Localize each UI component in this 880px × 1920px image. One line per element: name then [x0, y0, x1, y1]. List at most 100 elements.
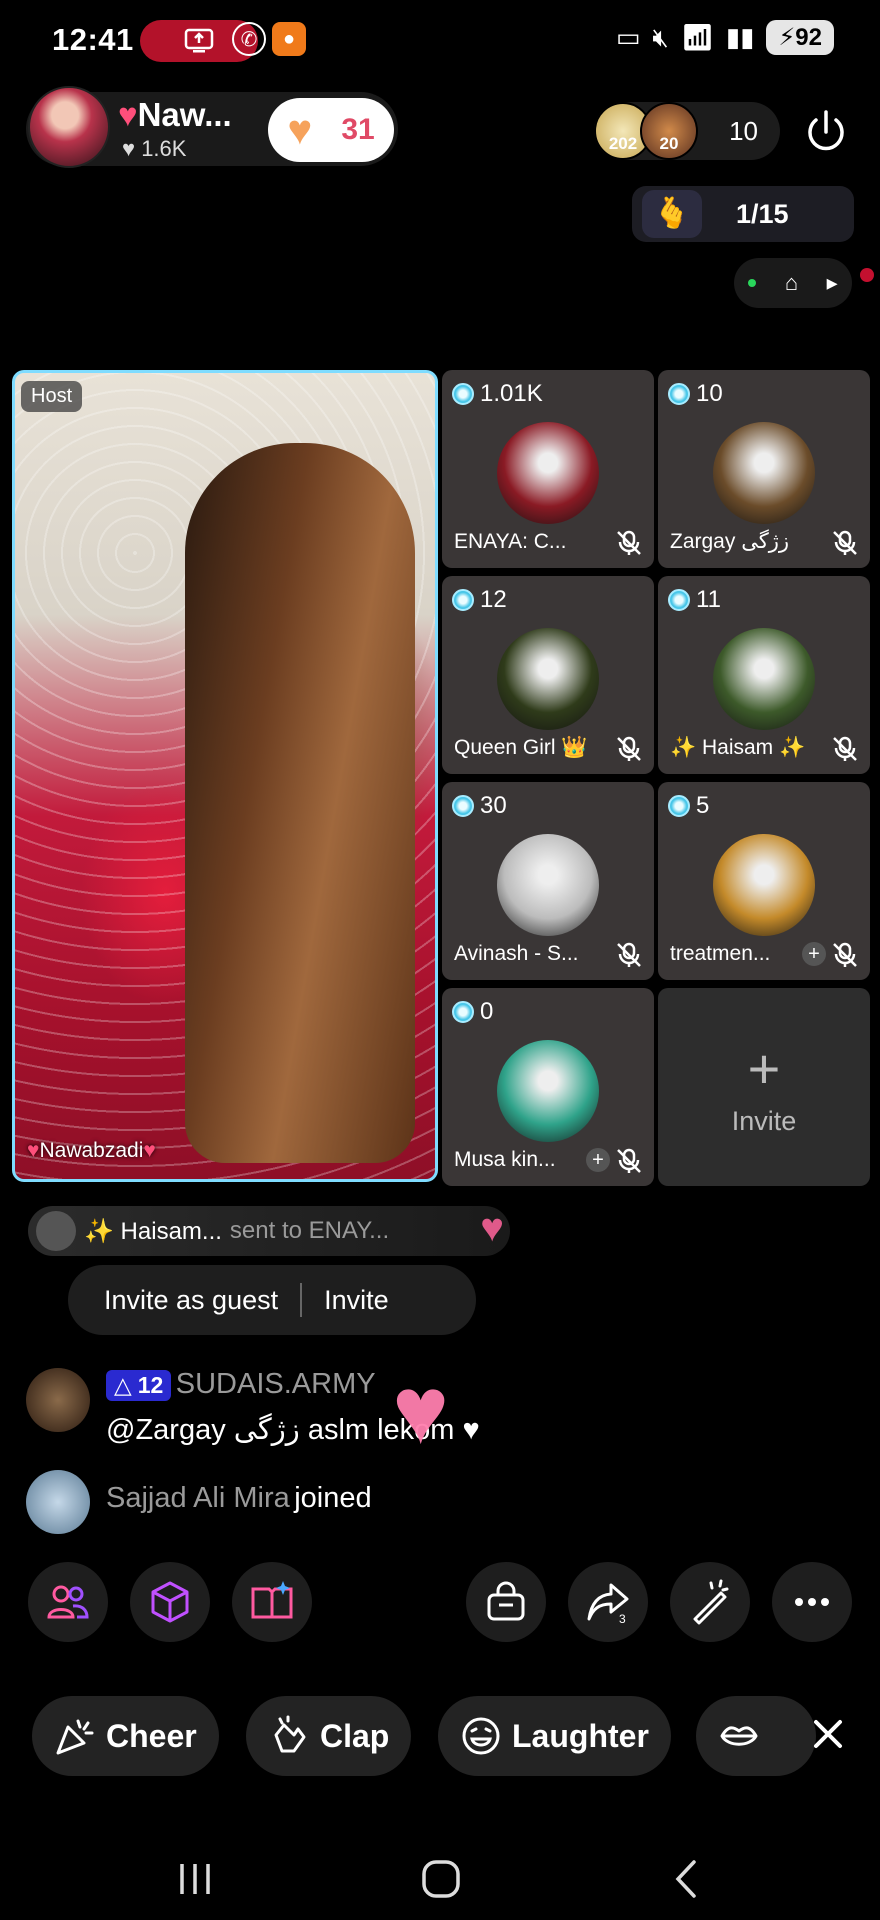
level-badge: △ 12 [106, 1370, 172, 1401]
guest-seat[interactable]: 30 Avinash - S... [442, 782, 654, 980]
floating-heart-icon: ♥ [392, 1357, 449, 1464]
reaction-clap[interactable]: Clap [246, 1696, 412, 1776]
invite-seat[interactable]: + Invite [658, 988, 870, 1186]
recent-apps-icon[interactable] [172, 1856, 218, 1902]
reaction-laughter[interactable]: Laughter [438, 1696, 671, 1776]
chat-username[interactable]: Sajjad Ali Mira [106, 1482, 290, 1514]
host-video-figure [185, 443, 415, 1163]
whatsapp-icon: ✆ [232, 22, 266, 56]
shopping-bag-icon [487, 1581, 525, 1621]
seat-score: 5 [668, 792, 709, 820]
guest-avatar[interactable] [497, 628, 599, 730]
plus-icon: + [747, 1037, 781, 1100]
chat-text: joined [294, 1482, 372, 1514]
invite-as-guest-button[interactable]: Invite as guest [104, 1285, 278, 1316]
mic-muted-icon[interactable] [830, 528, 860, 558]
guest-name: treatmen... [670, 942, 771, 965]
cube-icon [151, 1581, 189, 1623]
reaction-cheer[interactable]: Cheer [32, 1696, 219, 1776]
host-video-name: ♥Nawabzadi♥ [27, 1139, 156, 1162]
guest-name: ENAYA: C... [454, 530, 567, 553]
score-value: 0 [480, 998, 494, 1025]
guest-avatar[interactable] [713, 422, 815, 524]
shop-button[interactable] [466, 1562, 546, 1642]
gift-text: sent to ENAY... [229, 1217, 390, 1244]
guest-avatar[interactable] [713, 834, 815, 936]
magic-wand-icon [693, 1579, 729, 1625]
screen-record-icon [184, 28, 214, 53]
laughing-face-icon [462, 1717, 500, 1755]
seat-count-text: 1/15 [736, 198, 789, 229]
chat-avatar[interactable] [26, 1368, 90, 1432]
guest-seat[interactable]: 0 Musa kin... + [442, 988, 654, 1186]
close-reactions-icon[interactable] [804, 1710, 852, 1758]
home-nav-icon[interactable] [418, 1856, 464, 1902]
status-bar: 12:41 ✆ ● ▭ 🔇︎ 📶︎ ▮▮ ⚡92 [0, 0, 880, 80]
mic-muted-icon[interactable] [830, 940, 860, 970]
host-video[interactable]: Host ♥Nawabzadi♥ [12, 370, 438, 1182]
host-name: ♥Naw... [118, 96, 232, 133]
viewer-list[interactable]: 202 20 10 [594, 102, 780, 160]
cast-icon: ▭ [615, 22, 641, 52]
mic-muted-icon[interactable] [614, 940, 644, 970]
more-button[interactable] [772, 1562, 852, 1642]
diamond-icon [668, 383, 690, 405]
mic-muted-icon[interactable] [614, 528, 644, 558]
effects-button[interactable] [130, 1562, 210, 1642]
play-icon[interactable]: ▸ [827, 270, 838, 296]
seat-counter[interactable]: 🫰 1/15 [632, 186, 854, 242]
mic-muted-icon[interactable] [830, 734, 860, 764]
mic-muted-icon[interactable] [614, 734, 644, 764]
back-icon[interactable] [664, 1856, 710, 1902]
home-icon[interactable]: ⌂ [785, 270, 798, 296]
live-dot [748, 279, 757, 287]
reaction-kiss[interactable] [696, 1696, 816, 1776]
seat-score: 30 [452, 792, 507, 820]
guest-avatar[interactable] [497, 834, 599, 936]
guest-seat[interactable]: 11 ✨ Haisam ✨ [658, 576, 870, 774]
diamond-icon [452, 795, 474, 817]
diamond-icon [452, 589, 474, 611]
score-value: 1.01K [480, 380, 543, 407]
guest-seat[interactable]: 12 Queen Girl 👑 [442, 576, 654, 774]
guest-avatar[interactable] [497, 1040, 599, 1142]
seat-score: 1.01K [452, 380, 543, 408]
room-mini-controls[interactable]: ⌂ ▸ [734, 258, 852, 308]
power-icon[interactable] [800, 106, 852, 158]
sender-avatar [36, 1211, 76, 1251]
seat-score: 11 [668, 586, 721, 614]
magic-wand-button[interactable] [670, 1562, 750, 1642]
guest-seat[interactable]: 10 Zargay زژگی [658, 370, 870, 568]
invite-button[interactable]: Invite [324, 1285, 389, 1316]
host-likes: ♥ 1.6K [122, 136, 187, 161]
guest-avatar[interactable] [497, 422, 599, 524]
host-avatar[interactable] [28, 86, 110, 168]
heart-small-icon: ♥ [122, 136, 136, 161]
battery-level: ⚡92 [766, 20, 834, 55]
diamond-icon [668, 589, 690, 611]
reaction-label: Clap [320, 1717, 390, 1754]
guest-name: Queen Girl 👑 [454, 736, 588, 759]
seat-score: 0 [452, 998, 493, 1026]
chat-username[interactable]: SUDAIS.ARMY [176, 1368, 376, 1400]
share-button[interactable]: 3 [568, 1562, 648, 1642]
more-dots-icon [795, 1598, 829, 1606]
guest-name: ✨ Haisam ✨ [670, 736, 806, 759]
stories-button[interactable] [232, 1562, 312, 1642]
guest-seat[interactable]: 1.01K ENAYA: C... [442, 370, 654, 568]
seat-score: 12 [452, 586, 507, 614]
wifi-icon: 📶︎ [680, 22, 714, 52]
viewer-avatar-2[interactable]: 20 [640, 102, 698, 160]
party-popper-icon [56, 1719, 94, 1755]
score-value: 5 [696, 792, 710, 819]
chat-avatar[interactable] [26, 1470, 90, 1534]
mic-muted-icon[interactable] [614, 1146, 644, 1176]
gift-hand-icon: 🫰 [642, 190, 702, 238]
guest-seat[interactable]: 5 treatmen... + [658, 782, 870, 980]
follow-plus-icon[interactable]: + [802, 942, 826, 966]
guest-avatar[interactable] [713, 628, 815, 730]
follow-button[interactable]: ♥ 31 [268, 98, 394, 162]
book-sparkle-icon [251, 1581, 293, 1619]
guests-button[interactable] [28, 1562, 108, 1642]
follow-plus-icon[interactable]: + [586, 1148, 610, 1172]
